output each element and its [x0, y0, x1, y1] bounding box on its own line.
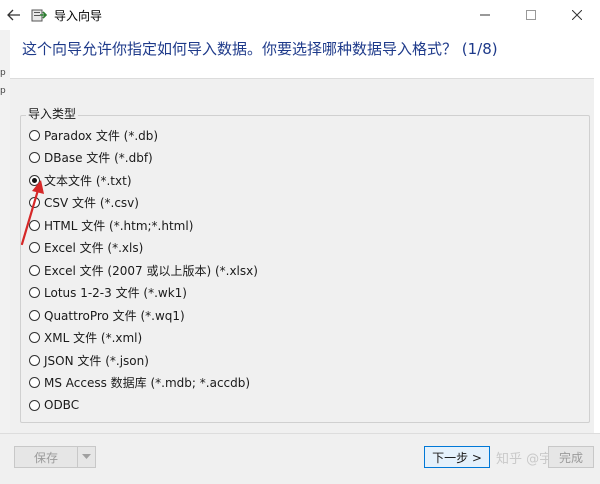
- save-dropdown-button[interactable]: [78, 446, 96, 468]
- wizard-footer: 保存 下一步 > 知乎 @宇华 完成: [0, 433, 600, 484]
- title-bar: 导入向导: [0, 0, 600, 30]
- option-xml[interactable]: XML 文件 (*.xml): [29, 329, 142, 347]
- option-odbc[interactable]: ODBC: [29, 396, 79, 414]
- save-button[interactable]: 保存: [14, 446, 78, 468]
- wizard-content: 导入类型 Paradox 文件 (*.db) DBase 文件 (*.dbf) …: [10, 78, 594, 434]
- background-text: p: [0, 86, 6, 96]
- minimize-icon: [480, 14, 490, 16]
- option-quattropro[interactable]: QuattroPro 文件 (*.wq1): [29, 306, 185, 324]
- next-button[interactable]: 下一步 >: [424, 446, 490, 468]
- option-paradox[interactable]: Paradox 文件 (*.db): [29, 126, 158, 144]
- back-arrow-icon[interactable]: [0, 0, 28, 30]
- radio-button[interactable]: [29, 332, 40, 343]
- option-label: QuattroPro 文件 (*.wq1): [44, 308, 185, 323]
- radio-button[interactable]: [29, 399, 40, 411]
- maximize-button[interactable]: [508, 0, 554, 30]
- option-label: DBase 文件 (*.dbf): [44, 151, 153, 165]
- radio-button[interactable]: [29, 377, 40, 388]
- option-lotus[interactable]: Lotus 1-2-3 文件 (*.wk1): [29, 284, 187, 302]
- maximize-icon: [526, 10, 536, 20]
- option-label: Paradox 文件 (*.db): [44, 128, 159, 143]
- option-dbase[interactable]: DBase 文件 (*.dbf): [29, 149, 153, 167]
- wizard-question: 这个向导允许你指定如何导入数据。你要选择哪种数据导入格式？ (1/8): [22, 40, 498, 58]
- radio-button[interactable]: [29, 309, 40, 321]
- option-label: MS Access 数据库 (*.mdb; *.accdb): [44, 376, 251, 390]
- close-icon: [572, 10, 582, 20]
- import-type-label: 导入类型: [26, 105, 79, 122]
- option-label: JSON 文件 (*.json): [44, 353, 149, 368]
- option-label: Lotus 1-2-3 文件 (*.wk1): [44, 286, 187, 300]
- close-button[interactable]: [554, 0, 600, 30]
- option-excel-xlsx[interactable]: Excel 文件 (2007 或以上版本) (*.xlsx): [29, 261, 258, 279]
- option-label: ODBC: [44, 398, 80, 412]
- minimize-button[interactable]: [462, 0, 508, 30]
- radio-button[interactable]: [29, 129, 40, 141]
- radio-button[interactable]: [29, 354, 40, 366]
- save-button-group: 保存: [14, 446, 96, 468]
- chevron-down-icon: [82, 454, 91, 459]
- radio-button[interactable]: [29, 287, 40, 298]
- radio-button[interactable]: [29, 152, 40, 163]
- background-window-strip: p p: [0, 30, 10, 483]
- option-ms-access[interactable]: MS Access 数据库 (*.mdb; *.accdb): [29, 374, 250, 392]
- option-label: XML 文件 (*.xml): [44, 331, 143, 345]
- radio-button[interactable]: [29, 264, 40, 276]
- option-label: Excel 文件 (2007 或以上版本) (*.xlsx): [44, 263, 258, 278]
- option-json[interactable]: JSON 文件 (*.json): [29, 351, 149, 369]
- finish-button[interactable]: 完成: [548, 446, 594, 468]
- window-title: 导入向导: [54, 8, 103, 23]
- red-arrow-annotation-icon: [20, 180, 44, 246]
- import-wizard-icon: [30, 6, 48, 24]
- background-text: p: [0, 68, 6, 78]
